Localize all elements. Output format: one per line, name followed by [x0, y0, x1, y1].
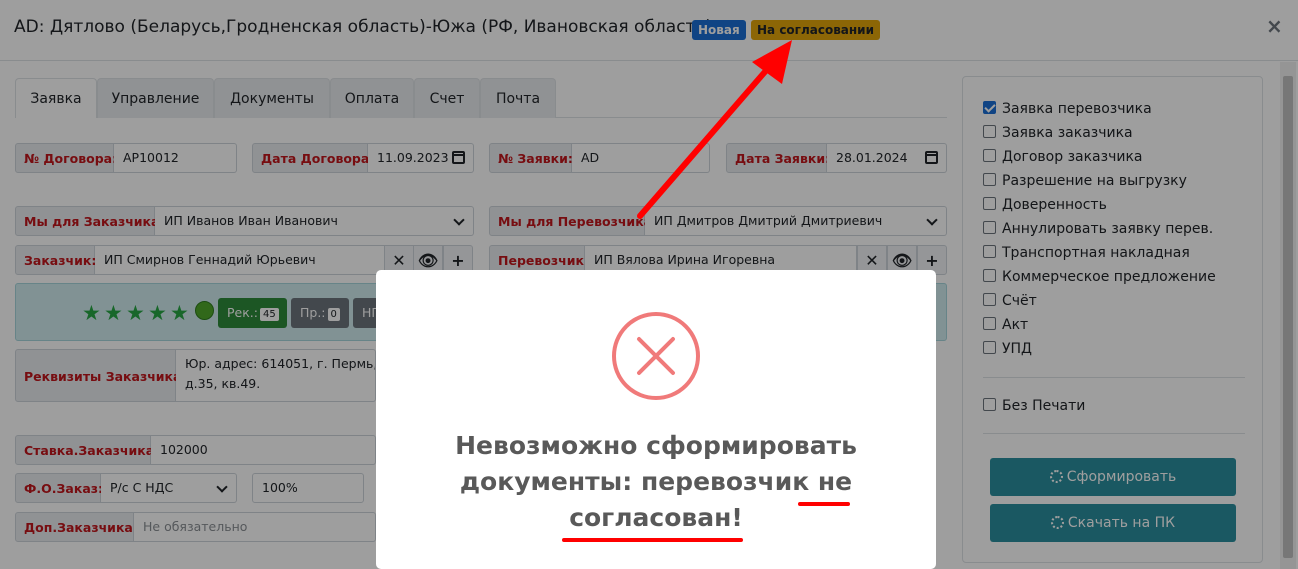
annotation-underline	[798, 502, 850, 506]
annotation-arrow	[637, 40, 792, 219]
annotation-underline	[562, 538, 743, 542]
